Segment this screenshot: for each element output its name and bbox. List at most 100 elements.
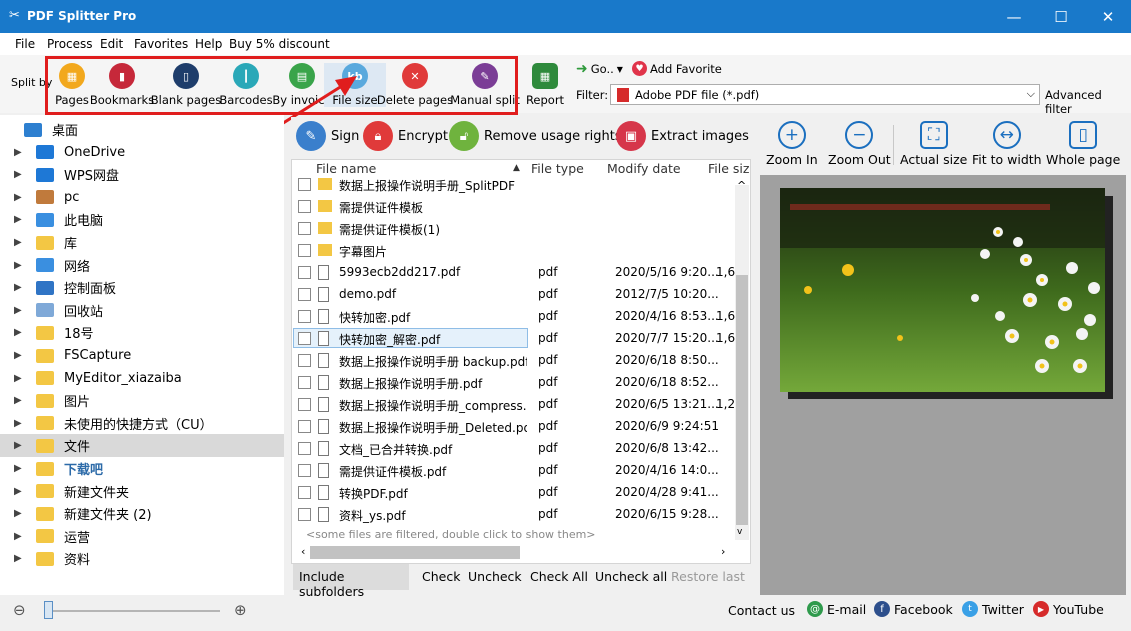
row-checkbox[interactable] (298, 486, 311, 499)
scroll-thumb[interactable] (736, 275, 748, 525)
scroll-left-icon[interactable]: ‹ (301, 545, 305, 558)
file-list[interactable]: File name ▲ File type Modify date File s… (291, 159, 751, 564)
row-checkbox[interactable] (298, 200, 311, 213)
expand-arrow-icon[interactable]: ▶ (14, 508, 26, 519)
scroll-up-icon[interactable]: ^ (737, 179, 746, 192)
scroll-down-icon[interactable]: v (737, 527, 742, 537)
youtube-link[interactable]: ▶ YouTube (1033, 601, 1104, 617)
row-checkbox[interactable] (298, 178, 311, 191)
tree-item[interactable]: ▶ 网络 (0, 254, 284, 277)
row-checkbox[interactable] (298, 354, 311, 367)
zoom-in-circle-icon[interactable]: ⊕ (234, 601, 247, 619)
menu-edit[interactable]: Edit (100, 37, 123, 51)
file-row[interactable]: 快转加密_解密.pdf pdf 2020/7/7 15:20... 1,62 (292, 328, 743, 350)
email-link[interactable]: @ E-mail (807, 601, 866, 617)
twitter-link[interactable]: t Twitter (962, 601, 1024, 617)
file-row[interactable]: 数据上报操作说明手册 backup.pdf pdf 2020/6/18 8:50..… (292, 350, 732, 372)
file-row[interactable]: 快转加密.pdf pdf 2020/4/16 8:53... 1,62 (292, 306, 743, 328)
file-row[interactable]: 转换PDF.pdf pdf 2020/4/28 9:41... (292, 482, 732, 504)
filter-select[interactable]: Adobe PDF file (*.pdf) ⌵ (610, 84, 1040, 105)
row-checkbox[interactable] (298, 398, 311, 411)
tree-item[interactable]: ▶ FSCapture (0, 344, 284, 367)
tree-item[interactable]: 桌面 (0, 118, 284, 141)
tree-item[interactable]: ▶ 库 (0, 231, 284, 254)
row-checkbox[interactable] (298, 442, 311, 455)
restore-last-button[interactable]: Restore last s (671, 569, 749, 584)
tree-item[interactable]: ▶ pc (0, 186, 284, 209)
expand-arrow-icon[interactable]: ▶ (14, 373, 26, 384)
expand-arrow-icon[interactable]: ▶ (14, 395, 26, 406)
whole-page-button[interactable]: ▯ Whole page (1046, 121, 1120, 167)
tree-item[interactable]: ▶ 文件 (0, 434, 284, 458)
menu-help[interactable]: Help (195, 37, 222, 51)
row-checkbox[interactable] (298, 288, 311, 301)
menu-file[interactable]: File (15, 37, 35, 51)
scroll-right-icon[interactable]: › (721, 545, 725, 558)
tree-item[interactable]: ▶ OneDrive (0, 141, 284, 164)
close-button[interactable]: ✕ (1085, 0, 1131, 33)
file-row[interactable]: 数据上报操作说明手册_compress.... pdf 2020/6/5 13:21… (292, 394, 743, 416)
file-row[interactable]: 文档_已合并转换.pdf pdf 2020/6/8 13:42... (292, 438, 732, 460)
row-checkbox[interactable] (298, 376, 311, 389)
zoom-slider-track[interactable] (45, 610, 220, 612)
remove-usage-rights-button[interactable]: 🔓︎ Remove usage rights (449, 121, 622, 151)
expand-arrow-icon[interactable]: ▶ (14, 440, 26, 451)
uncheck-button[interactable]: Uncheck (468, 569, 522, 584)
maximize-button[interactable]: ☐ (1038, 0, 1084, 33)
file-row[interactable]: 数据上报操作说明手册_SplitPDF (292, 174, 732, 196)
sign-button[interactable]: ✎ Sign (296, 121, 359, 151)
tree-item[interactable]: ▶ WPS网盘 (0, 163, 284, 186)
row-checkbox[interactable] (298, 332, 311, 345)
file-row[interactable]: demo.pdf pdf 2012/7/5 10:20... (292, 284, 732, 306)
fit-to-width-button[interactable]: ↔ Fit to width (972, 121, 1042, 167)
check-all-button[interactable]: Check All (530, 569, 588, 584)
facebook-link[interactable]: f Facebook (874, 601, 953, 617)
add-favorite-button[interactable]: ♥ Add Favorite (632, 61, 722, 76)
file-row[interactable]: 需提供证件模板.pdf pdf 2020/4/16 14:0... (292, 460, 732, 482)
contact-us-link[interactable]: Contact us (728, 603, 795, 618)
tree-item[interactable]: ▶ 新建文件夹 (2) (0, 502, 284, 525)
row-checkbox[interactable] (298, 464, 311, 477)
menu-favorites[interactable]: Favorites (134, 37, 188, 51)
report-button[interactable]: ▦ Report (514, 63, 576, 107)
file-row[interactable]: 需提供证件模板(1) (292, 218, 732, 240)
expand-arrow-icon[interactable]: ▶ (14, 350, 26, 361)
expand-arrow-icon[interactable]: ▶ (14, 463, 26, 474)
zoom-in-button[interactable]: + Zoom In (766, 121, 818, 167)
expand-arrow-icon[interactable]: ▶ (14, 531, 26, 542)
include-subfolders-toggle[interactable]: Include subfolders (293, 564, 409, 599)
scroll-thumb[interactable] (310, 546, 520, 559)
zoom-out-button[interactable]: − Zoom Out (828, 121, 891, 167)
row-checkbox[interactable] (298, 266, 311, 279)
tree-item[interactable]: ▶ 下载吧 (0, 457, 284, 480)
extract-images-button[interactable]: ▣ Extract images (616, 121, 749, 151)
row-checkbox[interactable] (298, 508, 311, 521)
file-row[interactable]: 数据上报操作说明手册_Deleted.pdf pdf 2020/6/9 9:24:5… (292, 416, 732, 438)
tree-item[interactable]: ▶ MyEditor_xiazaiba (0, 367, 284, 390)
expand-arrow-icon[interactable]: ▶ (14, 418, 26, 429)
menu-process[interactable]: Process (47, 37, 93, 51)
encrypt-button[interactable]: 🔒︎ Encrypt (363, 121, 448, 151)
expand-arrow-icon[interactable]: ▶ (14, 553, 26, 564)
check-button[interactable]: Check (422, 569, 460, 584)
expand-arrow-icon[interactable]: ▶ (14, 305, 26, 316)
row-checkbox[interactable] (298, 244, 311, 257)
file-row[interactable]: 5993ecb2dd217.pdf pdf 2020/5/16 9:20... 1,6… (292, 262, 743, 284)
tree-item[interactable]: ▶ 未使用的快捷方式（CU） (0, 412, 284, 435)
tree-item[interactable]: ▶ 资料 (0, 547, 284, 570)
tree-item[interactable]: ▶ 新建文件夹 (0, 480, 284, 503)
tree-item[interactable]: ▶ 此电脑 (0, 208, 284, 231)
uncheck-all-button[interactable]: Uncheck all (595, 569, 667, 584)
tree-item[interactable]: ▶ 18号 (0, 321, 284, 344)
expand-arrow-icon[interactable]: ▶ (14, 169, 26, 180)
expand-arrow-icon[interactable]: ▶ (14, 486, 26, 497)
advanced-filter-link[interactable]: Advanced filter (1045, 88, 1131, 116)
expand-arrow-icon[interactable]: ▶ (14, 237, 26, 248)
row-checkbox[interactable] (298, 310, 311, 323)
actual-size-button[interactable]: ⛶ Actual size (900, 121, 967, 167)
expand-arrow-icon[interactable]: ▶ (14, 147, 26, 158)
vertical-scrollbar[interactable]: ^ v (735, 179, 749, 540)
file-row[interactable]: 需提供证件模板 (292, 196, 732, 218)
expand-arrow-icon[interactable]: ▶ (14, 214, 26, 225)
go-button[interactable]: ➜ Go.. ▼ (576, 61, 623, 77)
